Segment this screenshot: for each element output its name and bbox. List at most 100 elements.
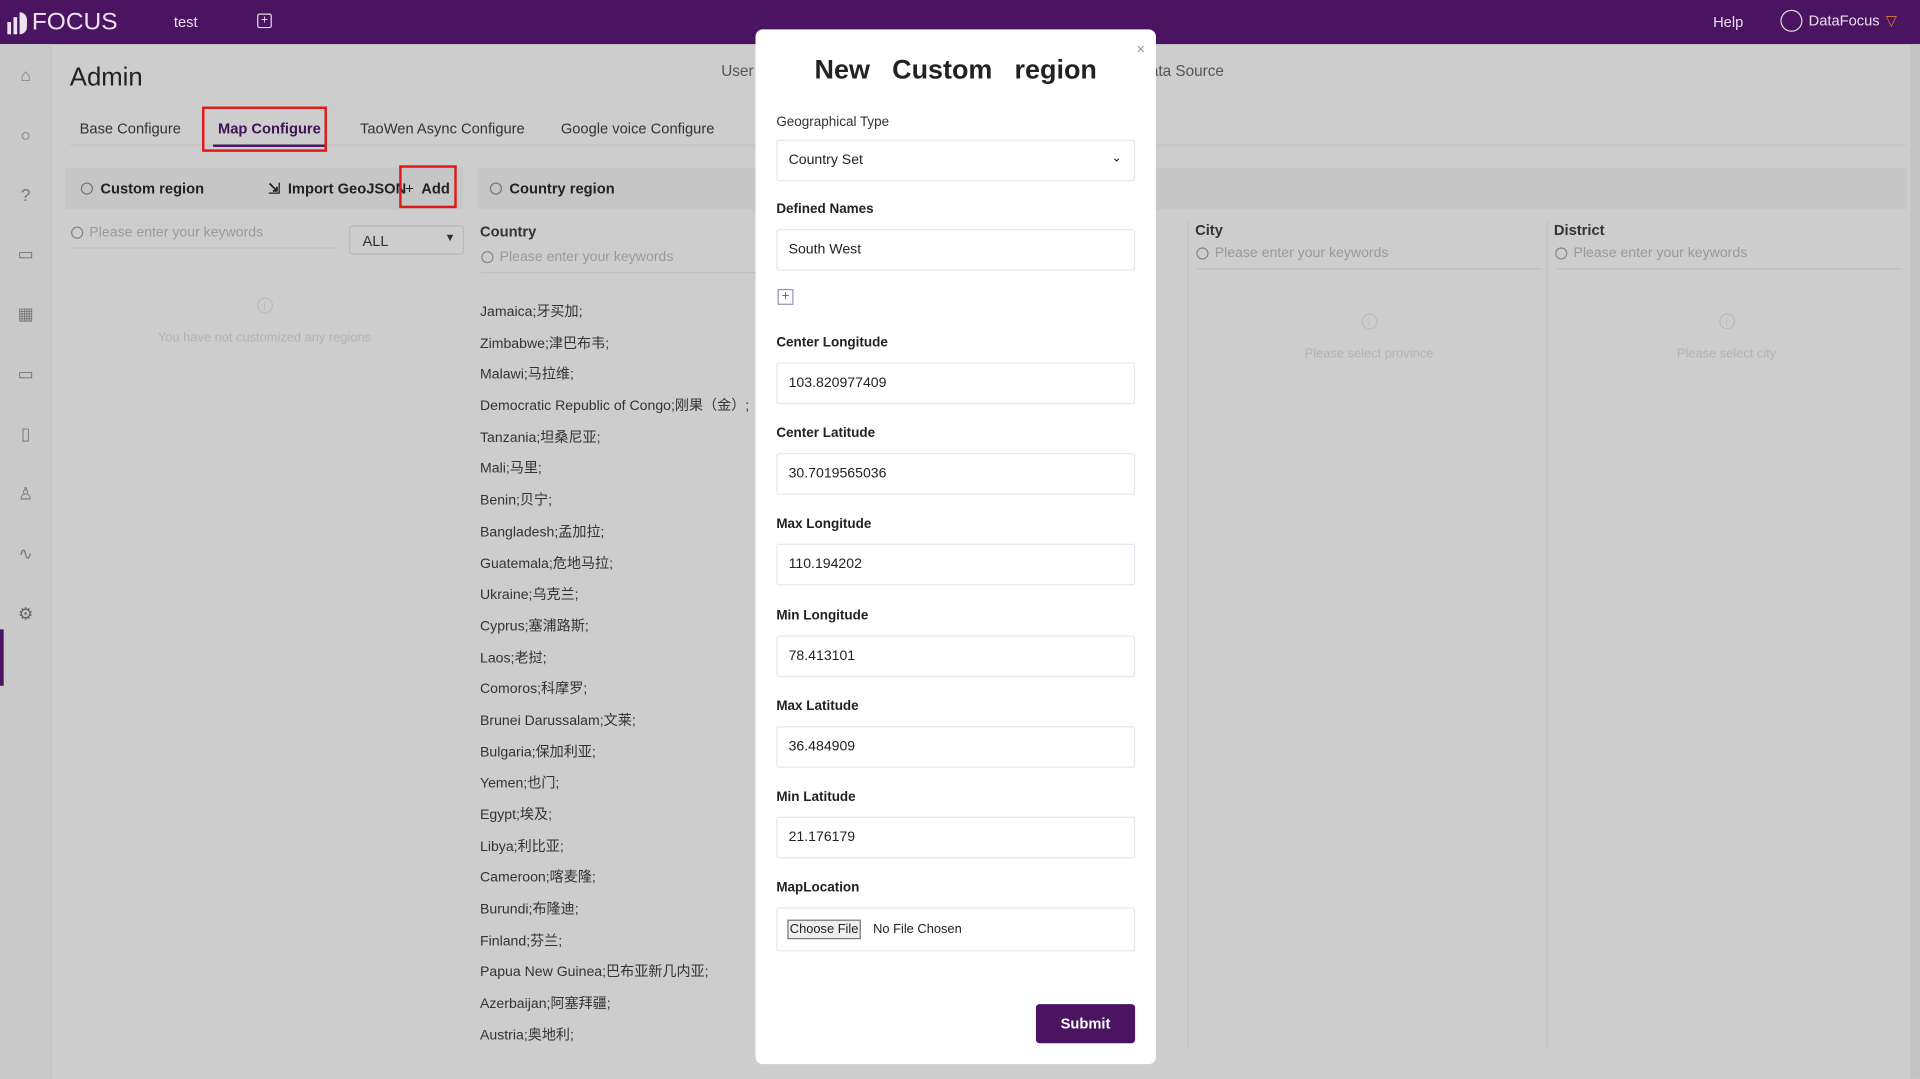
country-search[interactable]: Please enter your keywords [481,250,763,274]
chevron-down-icon: ▼ [444,231,456,244]
center-longitude-input[interactable]: 103.820977409 [776,362,1136,405]
globe-icon [489,182,503,195]
country-item[interactable]: Austria;奥地利; [480,1025,749,1056]
country-item[interactable]: Finland;芬兰; [480,930,749,961]
min-longitude-input[interactable]: 78.413101 [776,635,1136,678]
country-item[interactable]: Benin;贝宁; [480,490,749,521]
help-icon[interactable]: ? [15,184,37,206]
custom-region-empty: i You have not customized any regions [122,297,406,345]
active-indicator [0,629,4,686]
gem-icon: ▽ [1885,12,1898,30]
clipboard-icon[interactable]: ▯ [15,422,37,444]
search-icon [1196,247,1209,260]
highlight-box [202,106,327,152]
country-item[interactable]: Guatemala;危地马拉; [480,553,749,584]
gear-icon[interactable]: ⚙ [15,602,37,624]
add-tab-icon[interactable]: + [257,13,272,29]
avatar-icon [1780,9,1803,32]
tab-taowen-async[interactable]: TaoWen Async Configure [360,120,525,137]
country-item[interactable]: Cameroon;喀麦隆; [480,867,749,898]
district-header: District [1553,221,1605,239]
country-item[interactable]: Cyprus;塞浦路斯; [480,616,749,647]
country-item[interactable]: Comoros;科摩罗; [480,679,749,710]
map-location-file: Choose File No File Chosen [776,907,1136,952]
country-item[interactable]: Bangladesh;孟加拉; [480,521,749,552]
district-empty: i Please select city [1582,313,1871,361]
region-filter-select[interactable]: ALL ▼ [348,225,465,255]
new-custom-region-dialog: New Custom region × Geographical Type Co… [755,29,1156,1065]
country-item[interactable]: Burundi;布隆迪; [480,899,749,930]
country-item[interactable]: Azerbaijan;阿塞拜疆; [480,993,749,1024]
search-icon[interactable]: ○ [15,124,37,146]
file-status: No File Chosen [873,922,962,937]
choose-file-button[interactable]: Choose File [787,919,861,940]
center-latitude-input[interactable]: 30.7019565036 [776,453,1136,495]
user-menu[interactable]: DataFocus ▽ [1780,9,1898,32]
country-list: Jamaica;牙买加; Zimbabwe;津巴布韦; Malawi;马拉维; Dem… [480,301,749,1056]
submit-button[interactable]: Submit [1035,1004,1136,1044]
logo-text: FOCUS [31,8,118,36]
search-icon [1555,247,1568,260]
search-icon [481,251,494,264]
country-header: Country [480,222,537,241]
country-region-header [477,167,1907,210]
district-search[interactable]: Please enter your keywords [1555,246,1902,270]
help-link[interactable]: Help [1713,13,1743,30]
map-location-label: MapLocation [776,880,860,896]
logo: FOCUS [7,8,118,37]
country-item[interactable]: Bulgaria;保加利亚; [480,742,749,773]
country-item[interactable]: Libya;利比亚; [480,836,749,867]
geo-type-select[interactable]: Country Set ⌄ [776,139,1136,182]
scrollbar[interactable] [1910,44,1920,1079]
presentation-icon[interactable]: ▭ [15,242,37,264]
info-icon: i [256,297,273,314]
user-name: DataFocus [1808,12,1880,30]
folder-icon[interactable]: ▭ [15,362,37,384]
table-icon[interactable]: ▦ [15,302,37,324]
user-icon[interactable]: ♙ [15,482,37,504]
city-empty: i Please select province [1225,313,1514,361]
country-item[interactable]: Tanzania;坦桑尼亚; [480,427,749,458]
center-latitude-label: Center Latitude [776,426,876,441]
top-tab-user[interactable]: User [721,62,753,79]
sidebar: ⌂ ○ ? ▭ ▦ ▭ ▯ ♙ ∿ ⚙ [0,44,52,1079]
country-item[interactable]: Democratic Republic of Congo;刚果（金）; [480,396,749,427]
min-latitude-label: Min Latitude [776,789,856,805]
country-item[interactable]: Laos;老挝; [480,647,749,678]
import-geojson-button[interactable]: ⇲ Import GeoJSON [268,180,406,197]
custom-region-search[interactable]: Please enter your keywords [71,225,336,249]
city-search[interactable]: Please enter your keywords [1196,246,1542,270]
custom-region-title: Custom region [80,180,204,197]
add-name-icon[interactable]: + [777,288,794,305]
country-item[interactable]: Mali;马里; [480,458,749,489]
country-item[interactable]: Papua New Guinea;巴布亚新几内亚; [480,962,749,993]
center-longitude-label: Center Longitude [776,335,888,351]
tab-base-configure[interactable]: Base Configure [80,120,181,137]
workspace-tab[interactable]: test [174,13,198,30]
min-longitude-label: Min Longitude [776,608,869,624]
country-item[interactable]: Yemen;也门; [480,773,749,804]
globe-icon [80,182,94,195]
tab-google-voice[interactable]: Google voice Configure [561,120,715,137]
max-latitude-input[interactable]: 36.484909 [776,726,1136,768]
dialog-title: New Custom region [814,53,1097,85]
defined-names-label: Defined Names [776,202,874,217]
close-icon[interactable]: × [1136,40,1145,57]
country-item[interactable]: Jamaica;牙买加; [480,301,749,332]
country-item[interactable]: Zimbabwe;津巴布韦; [480,333,749,364]
home-icon[interactable]: ⌂ [15,64,37,86]
min-latitude-input[interactable]: 21.176179 [776,816,1136,859]
info-icon: i [1718,313,1735,330]
country-item[interactable]: Ukraine;乌克兰; [480,584,749,615]
max-longitude-label: Max Longitude [776,516,872,532]
country-item[interactable]: Malawi;马拉维; [480,364,749,395]
max-longitude-input[interactable]: 110.194202 [776,543,1136,586]
activity-icon[interactable]: ∿ [15,542,37,564]
country-item[interactable]: Brunei Darussalam;文莱; [480,710,749,741]
defined-names-input[interactable]: South West [776,228,1136,271]
country-region-title: Country region [489,180,615,197]
highlight-box [399,165,457,209]
country-item[interactable]: Egypt;埃及; [480,804,749,835]
logo-icon [7,11,27,34]
info-icon: i [1361,313,1377,330]
